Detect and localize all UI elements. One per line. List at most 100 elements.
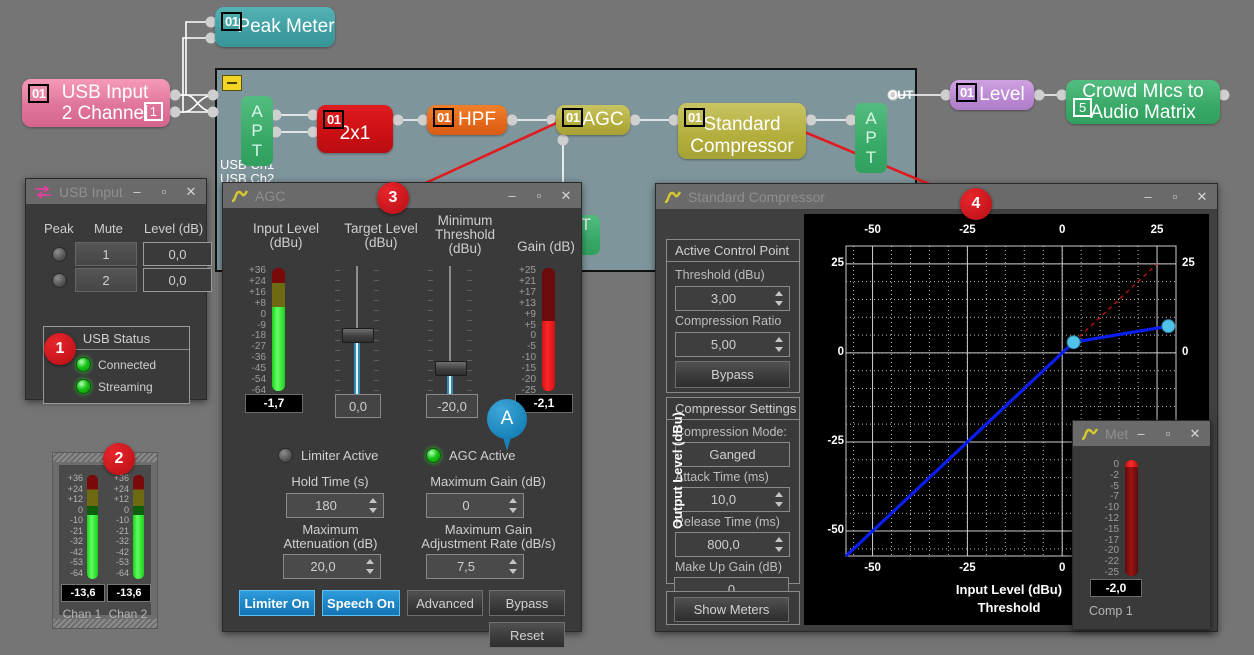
peak-led-2 xyxy=(52,273,67,288)
show-meters-button[interactable]: Show Meters xyxy=(674,597,789,622)
hold-time-value[interactable]: 180 xyxy=(287,498,365,513)
compression-ratio-value[interactable]: 5,00 xyxy=(676,337,771,352)
flow-node-apt-input[interactable]: A P T xyxy=(241,96,273,166)
agc-minimum-threshold-slider[interactable] xyxy=(428,266,472,394)
channel-meter-strip[interactable]: +36 +24 +12 0 -10 -21 -32 -42 -53 -64 -13,6 Chan … xyxy=(52,452,158,629)
speech-on-button[interactable]: Speech On xyxy=(322,590,400,616)
release-time-spin-arrows[interactable] xyxy=(771,534,787,555)
compressor-meter-window[interactable]: Met... – ▫ ✕ 0-2-5-7-10-12-15-17-20-22-2… xyxy=(1072,420,1211,630)
meter-close-button[interactable]: ✕ xyxy=(1182,422,1208,445)
scale-tick: +24 xyxy=(113,483,129,494)
spin-down-icon[interactable] xyxy=(775,301,783,307)
flow-node-level[interactable]: 01 Level xyxy=(950,80,1034,110)
spin-up-icon[interactable] xyxy=(369,497,377,503)
flow-node-crowd-mics-to-audio-matrix[interactable]: Crowd MIcs to Audio Matrix 5 xyxy=(1066,80,1220,124)
usb-input-window[interactable]: USB Input... – ▫ ✕ Peak Mute Level (dB) … xyxy=(25,178,212,404)
agc-target-level-value[interactable]: 0,0 xyxy=(335,394,381,418)
control-point-bypass-button[interactable]: Bypass xyxy=(675,361,790,388)
compressor-close-button[interactable]: ✕ xyxy=(1189,185,1215,208)
usb-window-titlebar[interactable]: USB Input... – ▫ ✕ xyxy=(26,179,206,204)
maximum-attenuation-spin-arrows[interactable] xyxy=(362,556,378,577)
mute-button-2[interactable]: 2 xyxy=(75,268,137,292)
meter-window-titlebar[interactable]: Met... – ▫ ✕ xyxy=(1073,421,1210,446)
spin-down-icon[interactable] xyxy=(775,502,783,508)
strip-grip-bottom[interactable] xyxy=(53,619,157,628)
spin-up-icon[interactable] xyxy=(509,497,517,503)
spin-down-icon[interactable] xyxy=(509,508,517,514)
active-control-point-title: Active Control Point xyxy=(667,240,799,262)
usb-maximize-button[interactable]: ▫ xyxy=(151,180,177,203)
maximum-gain-rate-value[interactable]: 7,5 xyxy=(427,559,505,574)
release-time-spinbox[interactable]: 800,0 xyxy=(675,532,790,557)
flow-node-2x1[interactable]: 01 2x1 xyxy=(317,105,393,153)
spin-up-icon[interactable] xyxy=(775,290,783,296)
flow-node-peak-meter[interactable]: 01 Peak Meter xyxy=(215,7,335,47)
spin-down-icon[interactable] xyxy=(775,347,783,353)
comp-meter-value: -2,0 xyxy=(1090,579,1142,597)
node-id-badge: 01 xyxy=(684,108,706,127)
agc-target-level-slider[interactable] xyxy=(335,266,379,394)
threshold-spin-arrows[interactable] xyxy=(771,288,787,309)
spin-up-icon[interactable] xyxy=(509,558,517,564)
spin-down-icon[interactable] xyxy=(369,508,377,514)
spin-up-icon[interactable] xyxy=(775,491,783,497)
threshold-spinbox[interactable]: 3,00 xyxy=(675,286,790,311)
collapse-group-button[interactable] xyxy=(222,75,242,91)
minus-icon xyxy=(227,82,237,84)
flow-node-standard-compressor[interactable]: 01 Standard Compressor xyxy=(678,103,806,159)
agc-maximize-button[interactable]: ▫ xyxy=(526,184,552,207)
agc-close-button[interactable]: ✕ xyxy=(553,184,579,207)
maximum-attenuation-spinbox[interactable]: 20,0 xyxy=(283,554,381,579)
scale-tick: +24 xyxy=(67,483,83,494)
attack-time-spin-arrows[interactable] xyxy=(771,489,787,510)
flow-node-hpf[interactable]: 01 HPF xyxy=(427,105,507,135)
spin-down-icon[interactable] xyxy=(366,569,374,575)
node-label-line1: Standard xyxy=(703,114,781,136)
limiter-on-button[interactable]: Limiter On xyxy=(239,590,315,616)
compressor-minimize-button[interactable]: – xyxy=(1135,185,1161,208)
maximum-gain-rate-spinbox[interactable]: 7,5 xyxy=(426,554,524,579)
release-time-value[interactable]: 800,0 xyxy=(676,537,771,552)
flow-node-usb-input[interactable]: 01 USB Input 2 Channel 1 xyxy=(22,79,170,127)
maximum-attenuation-value[interactable]: 20,0 xyxy=(284,559,362,574)
compression-ratio-spinbox[interactable]: 5,00 xyxy=(675,332,790,357)
maximum-gain-spin-arrows[interactable] xyxy=(505,495,521,516)
spin-down-icon[interactable] xyxy=(775,547,783,553)
agc-window[interactable]: AGC – ▫ ✕ Input Level (dBu) Target Level… xyxy=(222,182,582,648)
node-label-line2: Audio Matrix xyxy=(1090,102,1196,123)
agc-threshold-slider-thumb[interactable] xyxy=(435,361,467,376)
hold-time-spin-arrows[interactable] xyxy=(365,495,381,516)
spin-up-icon[interactable] xyxy=(775,336,783,342)
meter-minimize-button[interactable]: – xyxy=(1128,422,1154,445)
attack-time-spinbox[interactable]: 10,0 xyxy=(675,487,790,512)
node-label: Level xyxy=(979,84,1025,106)
mute-button-1[interactable]: 1 xyxy=(75,242,137,266)
threshold-value[interactable]: 3,00 xyxy=(676,291,771,306)
flow-node-agc[interactable]: 01 AGC xyxy=(556,105,630,135)
spin-down-icon[interactable] xyxy=(509,569,517,575)
advanced-button[interactable]: Advanced xyxy=(407,590,483,616)
agc-minimum-threshold-value[interactable]: -20,0 xyxy=(426,394,478,418)
maximum-gain-value[interactable]: 0 xyxy=(427,498,505,513)
agc-target-slider-thumb[interactable] xyxy=(342,328,374,343)
compression-mode-field[interactable]: Ganged xyxy=(675,442,790,467)
compressor-window-titlebar[interactable]: Standard Compressor – ▫ ✕ xyxy=(656,184,1217,209)
compression-ratio-spin-arrows[interactable] xyxy=(771,334,787,355)
attack-time-value[interactable]: 10,0 xyxy=(676,492,771,507)
spin-up-icon[interactable] xyxy=(366,558,374,564)
agc-bypass-button[interactable]: Bypass xyxy=(489,590,565,616)
meter-maximize-button[interactable]: ▫ xyxy=(1155,422,1181,445)
agc-minimize-button[interactable]: – xyxy=(499,184,525,207)
level-field-2[interactable]: 0,0 xyxy=(143,268,212,292)
usb-minimize-button[interactable]: – xyxy=(124,180,150,203)
compression-mode-value[interactable]: Ganged xyxy=(676,447,789,462)
level-field-1[interactable]: 0,0 xyxy=(143,242,212,266)
agc-reset-button[interactable]: Reset xyxy=(489,622,565,648)
usb-close-button[interactable]: ✕ xyxy=(178,180,204,203)
compressor-maximize-button[interactable]: ▫ xyxy=(1162,185,1188,208)
maximum-gain-rate-spin-arrows[interactable] xyxy=(505,556,521,577)
spin-up-icon[interactable] xyxy=(775,536,783,542)
flow-node-apt-output[interactable]: A P T xyxy=(855,103,887,173)
maximum-gain-spinbox[interactable]: 0 xyxy=(426,493,524,518)
hold-time-spinbox[interactable]: 180 xyxy=(286,493,384,518)
